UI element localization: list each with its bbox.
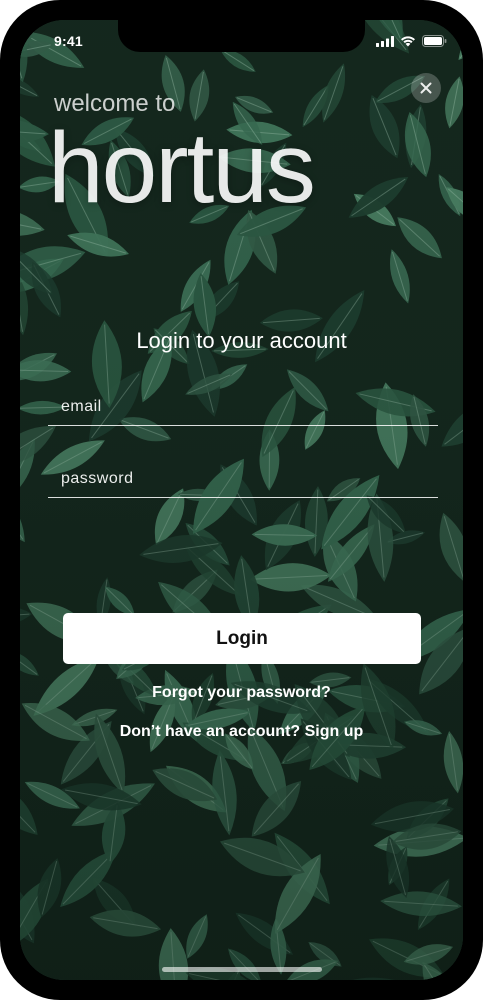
password-field: [48, 461, 438, 498]
login-heading: Login to your account: [136, 328, 347, 353]
signup-prompt: Don’t have an account?: [119, 723, 301, 740]
close-button[interactable]: [411, 73, 441, 103]
battery-icon: [422, 34, 447, 52]
status-time: 9:41: [54, 33, 83, 49]
email-field: [48, 389, 438, 426]
cellular-signal-icon: [376, 34, 394, 52]
signup-row: Don’t have an account? Sign up: [20, 723, 463, 741]
status-icons: [376, 34, 447, 52]
home-indicator[interactable]: [162, 967, 322, 972]
signup-link[interactable]: Sign up: [305, 723, 364, 740]
password-input[interactable]: [48, 461, 438, 497]
app-screen: 9:41 welcome to hortus Login to your acc…: [20, 20, 463, 980]
login-button[interactable]: Login: [63, 613, 421, 664]
forgot-password-link[interactable]: Forgot your password?: [20, 684, 463, 702]
phone-frame: 9:41 welcome to hortus Login to your acc…: [0, 0, 483, 1000]
app-logo-title: hortus: [48, 112, 316, 224]
device-notch: [118, 20, 365, 52]
email-input[interactable]: [48, 389, 438, 425]
wifi-icon: [400, 34, 416, 52]
close-icon: [420, 82, 432, 94]
